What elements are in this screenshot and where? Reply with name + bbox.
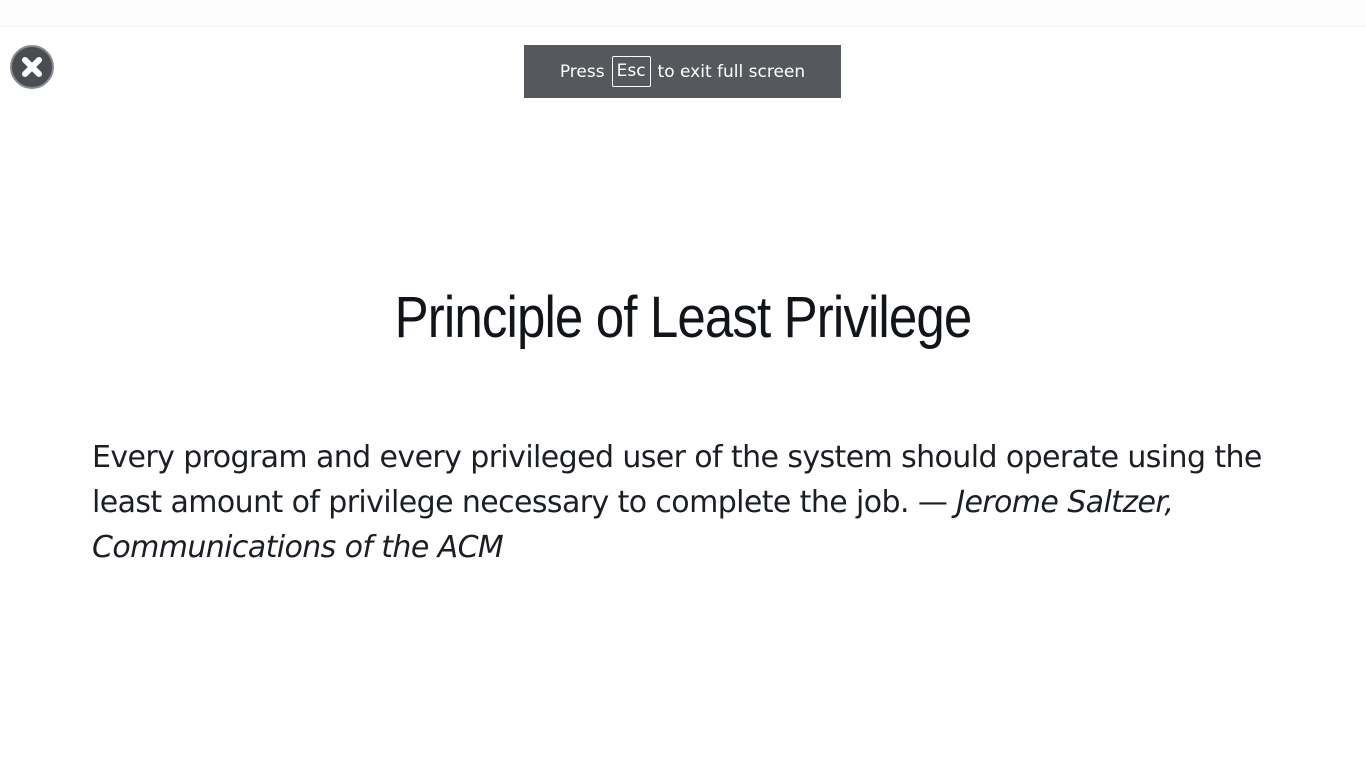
close-icon bbox=[22, 57, 42, 77]
close-button[interactable] bbox=[10, 45, 54, 89]
fullscreen-notice-suffix: to exit full screen bbox=[657, 61, 806, 82]
esc-key-badge: Esc bbox=[611, 56, 651, 87]
fullscreen-notice-prefix: Press bbox=[559, 61, 605, 82]
slide-title: Principle of Least Privilege bbox=[394, 285, 973, 350]
top-bar bbox=[0, 0, 1366, 27]
fullscreen-notice: Press Esc to exit full screen bbox=[524, 45, 841, 98]
slide-quote: Every program and every privileged user … bbox=[92, 435, 1302, 570]
